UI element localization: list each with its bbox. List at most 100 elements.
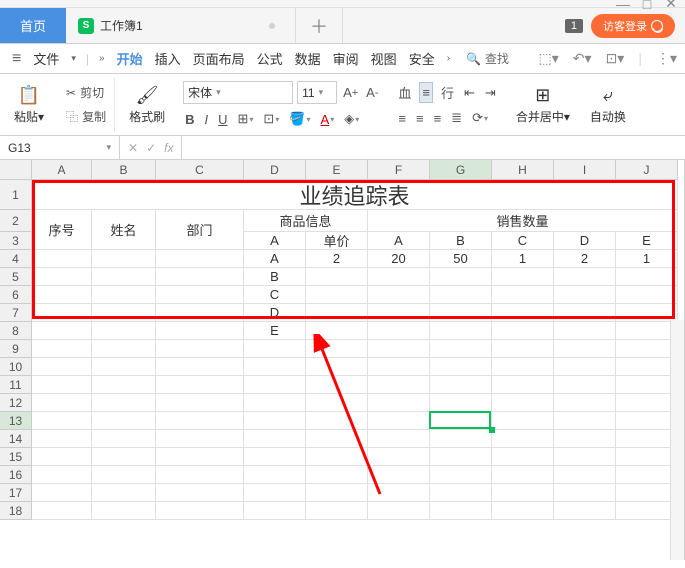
font-select[interactable]: 宋体▾ bbox=[183, 81, 293, 104]
cell[interactable] bbox=[616, 448, 678, 466]
row-header[interactable]: 4 bbox=[0, 250, 32, 268]
row-header[interactable]: 3 bbox=[0, 232, 32, 250]
cell[interactable] bbox=[32, 268, 92, 286]
name-box[interactable]: G13▾ bbox=[0, 136, 120, 159]
cell[interactable] bbox=[92, 268, 156, 286]
align-center-button[interactable]: ≡ bbox=[414, 109, 426, 127]
row-header[interactable]: 7 bbox=[0, 304, 32, 322]
decrease-indent-button[interactable]: ⇤ bbox=[462, 82, 477, 103]
align-top-button[interactable]: ⾎ bbox=[396, 82, 413, 103]
cell[interactable] bbox=[92, 322, 156, 340]
cell[interactable]: 单价 bbox=[306, 232, 368, 250]
cell[interactable] bbox=[306, 448, 368, 466]
menu-insert[interactable]: 插入 bbox=[151, 49, 185, 68]
window-count-badge[interactable]: 1 bbox=[565, 19, 583, 33]
row-header[interactable]: 16 bbox=[0, 466, 32, 484]
column-header[interactable]: A bbox=[32, 160, 92, 180]
italic-button[interactable]: I bbox=[202, 110, 210, 128]
cell[interactable] bbox=[430, 286, 492, 304]
cell[interactable]: E bbox=[616, 232, 678, 250]
cell[interactable] bbox=[616, 304, 678, 322]
cell[interactable] bbox=[616, 286, 678, 304]
cell[interactable] bbox=[156, 250, 244, 268]
cell[interactable] bbox=[368, 430, 430, 448]
cell[interactable] bbox=[554, 394, 616, 412]
cell[interactable] bbox=[616, 394, 678, 412]
cell[interactable] bbox=[492, 268, 554, 286]
menu-file[interactable]: 文件 bbox=[29, 49, 63, 68]
cell[interactable] bbox=[616, 376, 678, 394]
column-header[interactable]: I bbox=[554, 160, 616, 180]
cell[interactable] bbox=[156, 466, 244, 484]
font-color-button[interactable]: A bbox=[319, 110, 337, 128]
cell[interactable] bbox=[368, 322, 430, 340]
cell[interactable]: 2 bbox=[554, 250, 616, 268]
cell[interactable]: 商品信息 bbox=[244, 210, 368, 232]
increase-font-button[interactable]: A+ bbox=[341, 81, 360, 104]
cell[interactable] bbox=[156, 286, 244, 304]
cell[interactable] bbox=[492, 286, 554, 304]
cell[interactable] bbox=[244, 376, 306, 394]
cell[interactable] bbox=[368, 286, 430, 304]
row-header[interactable]: 6 bbox=[0, 286, 32, 304]
cell[interactable] bbox=[368, 376, 430, 394]
cell[interactable] bbox=[492, 430, 554, 448]
cell[interactable] bbox=[306, 286, 368, 304]
cell[interactable] bbox=[306, 430, 368, 448]
cell[interactable] bbox=[616, 412, 678, 430]
cell[interactable] bbox=[430, 394, 492, 412]
column-header[interactable]: B bbox=[92, 160, 156, 180]
row-header[interactable]: 15 bbox=[0, 448, 32, 466]
format-painter-button[interactable]: 🖌 格式刷 bbox=[123, 84, 171, 125]
row-header[interactable]: 13 bbox=[0, 412, 32, 430]
cell[interactable] bbox=[554, 412, 616, 430]
row-header[interactable]: 18 bbox=[0, 502, 32, 520]
cell[interactable] bbox=[306, 502, 368, 520]
cell[interactable] bbox=[32, 286, 92, 304]
cell[interactable] bbox=[156, 448, 244, 466]
new-tab-button[interactable]: ＋ bbox=[296, 8, 343, 43]
cell[interactable] bbox=[156, 412, 244, 430]
hamburger-icon[interactable]: ≡ bbox=[8, 50, 25, 68]
cell[interactable] bbox=[92, 304, 156, 322]
row-header[interactable]: 8 bbox=[0, 322, 32, 340]
cell[interactable] bbox=[554, 358, 616, 376]
cell[interactable] bbox=[32, 322, 92, 340]
cell[interactable] bbox=[244, 394, 306, 412]
menu-security[interactable]: 安全 bbox=[405, 49, 439, 68]
row-header[interactable]: 1 bbox=[0, 180, 32, 210]
align-bottom-button[interactable]: ⾏ bbox=[439, 82, 456, 103]
cell[interactable] bbox=[492, 484, 554, 502]
column-header[interactable]: G bbox=[430, 160, 492, 180]
cell[interactable] bbox=[368, 358, 430, 376]
cell[interactable] bbox=[430, 448, 492, 466]
border-style-button[interactable]: ⊡ bbox=[261, 110, 281, 128]
cell[interactable] bbox=[492, 376, 554, 394]
justify-button[interactable]: ≣ bbox=[449, 109, 464, 127]
cell[interactable] bbox=[92, 340, 156, 358]
cell[interactable] bbox=[306, 322, 368, 340]
menu-layout[interactable]: 页面布局 bbox=[189, 49, 249, 68]
cell[interactable] bbox=[92, 448, 156, 466]
chevron-right-icon[interactable]: » bbox=[95, 53, 109, 64]
cell[interactable] bbox=[492, 412, 554, 430]
cell[interactable] bbox=[616, 340, 678, 358]
row-header[interactable]: 11 bbox=[0, 376, 32, 394]
cell[interactable] bbox=[554, 484, 616, 502]
cell[interactable] bbox=[92, 358, 156, 376]
chevron-right-icon[interactable]: › bbox=[443, 53, 454, 64]
cell[interactable] bbox=[368, 304, 430, 322]
row-header[interactable]: 14 bbox=[0, 430, 32, 448]
cell[interactable] bbox=[32, 430, 92, 448]
cell[interactable] bbox=[306, 466, 368, 484]
cell[interactable] bbox=[92, 430, 156, 448]
cell[interactable] bbox=[430, 340, 492, 358]
cell[interactable] bbox=[368, 394, 430, 412]
cell[interactable]: D bbox=[554, 232, 616, 250]
cell[interactable] bbox=[156, 430, 244, 448]
cell[interactable] bbox=[430, 304, 492, 322]
cell[interactable] bbox=[430, 376, 492, 394]
cell[interactable] bbox=[306, 394, 368, 412]
column-header[interactable]: D bbox=[244, 160, 306, 180]
column-header[interactable]: J bbox=[616, 160, 678, 180]
